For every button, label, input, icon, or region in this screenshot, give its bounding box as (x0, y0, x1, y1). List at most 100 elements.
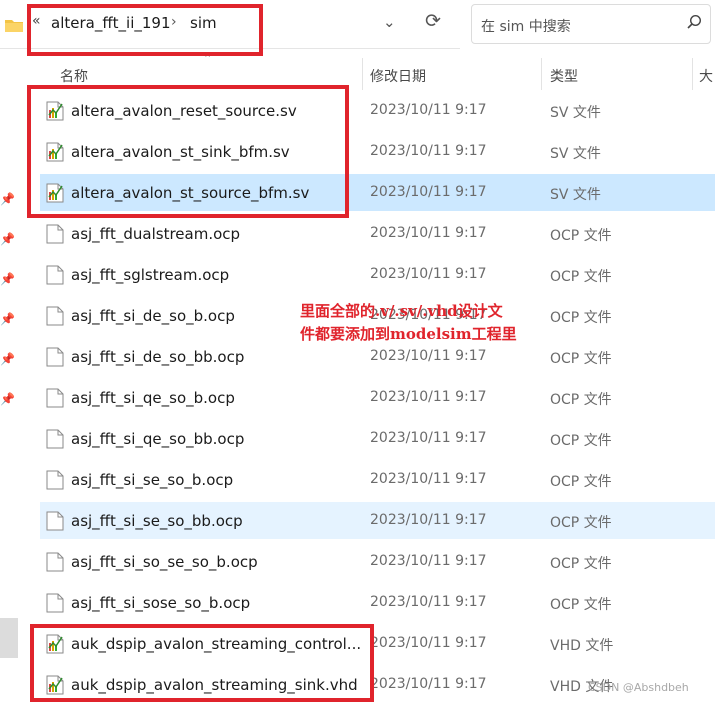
file-row[interactable]: asj_fft_si_qe_so_b.ocp 2023/10/11 9:17 OCP… (40, 379, 715, 416)
file-type: OCP 文件 (550, 433, 612, 449)
column-date-modified[interactable]: 修改日期 (370, 66, 426, 86)
generic-file-icon (46, 306, 64, 326)
generic-file-icon (46, 429, 64, 449)
column-name[interactable]: 名称 (60, 66, 88, 86)
file-name: auk_dspip_avalon_streaming_control... (71, 635, 362, 653)
breadcrumb-separator-icon[interactable]: › (171, 14, 177, 30)
generic-file-icon (46, 470, 64, 490)
file-row[interactable]: altera_avalon_reset_source.sv 2023/10/11 … (40, 92, 715, 129)
file-date-modified: 2023/10/11 9:17 (370, 635, 487, 651)
breadcrumb-overflow-icon[interactable]: « (32, 13, 41, 29)
file-type: SV 文件 (550, 187, 601, 203)
breadcrumb-item[interactable]: altera_fft_ii_191 (51, 14, 171, 32)
folder-icon (5, 17, 23, 36)
pin-icon[interactable]: 📌 (0, 312, 15, 326)
file-type: OCP 文件 (550, 228, 612, 244)
breadcrumb-item-current[interactable]: sim (190, 14, 217, 32)
file-name: auk_dspip_avalon_streaming_sink.vhd (71, 676, 358, 694)
sv-file-icon (46, 101, 64, 121)
file-name: asj_fft_dualstream.ocp (71, 225, 241, 243)
generic-file-icon (46, 347, 64, 367)
address-bar[interactable]: « altera_fft_ii_191 › sim ⌄ ⟳ (0, 0, 460, 49)
column-header: 名称 修改日期 类型 大 (0, 58, 715, 90)
annotation-line: 里面全部的.v/.sv/.vhd设计文 (300, 302, 503, 320)
file-row[interactable]: asj_fft_si_sose_so_b.ocp 2023/10/11 9:17 O… (40, 584, 715, 621)
sv-file-icon (46, 634, 64, 654)
file-row[interactable]: asj_fft_dualstream.ocp 2023/10/11 9:17 OCP… (40, 215, 715, 252)
file-date-modified: 2023/10/11 9:17 (370, 389, 487, 405)
file-date-modified: 2023/10/11 9:17 (370, 266, 487, 282)
navigation-pane: 📌 📌 📌 📌 📌 📌 (0, 90, 20, 703)
navigation-selected-item[interactable] (0, 618, 18, 658)
file-date-modified: 2023/10/11 9:17 (370, 184, 487, 200)
file-name: asj_fft_si_se_so_bb.ocp (71, 512, 243, 530)
chevron-down-icon[interactable]: ⌄ (383, 13, 396, 31)
file-date-modified: 2023/10/11 9:17 (370, 225, 487, 241)
file-row[interactable]: altera_avalon_st_source_bfm.sv 2023/10/11… (40, 174, 715, 211)
column-divider[interactable] (362, 58, 363, 90)
file-name: altera_avalon_reset_source.sv (71, 102, 297, 120)
file-date-modified: 2023/10/11 9:17 (370, 143, 487, 159)
generic-file-icon (46, 265, 64, 285)
refresh-icon[interactable]: ⟳ (425, 10, 441, 32)
file-name: asj_fft_si_sose_so_b.ocp (71, 594, 251, 612)
generic-file-icon (46, 511, 64, 531)
generic-file-icon (46, 593, 64, 613)
file-name: asj_fft_si_de_so_bb.ocp (71, 348, 245, 366)
pin-icon[interactable]: 📌 (0, 272, 15, 286)
file-name: asj_fft_sglstream.ocp (71, 266, 230, 284)
file-name: altera_avalon_st_sink_bfm.sv (71, 143, 290, 161)
file-date-modified: 2023/10/11 9:17 (370, 676, 487, 692)
watermark: CSDN @Abshdbeh (588, 681, 689, 694)
file-date-modified: 2023/10/11 9:17 (370, 102, 487, 118)
annotation-text: 里面全部的.v/.sv/.vhd设计文 件都要添加到modelsim工程里 (300, 300, 562, 346)
file-type: OCP 文件 (550, 474, 612, 490)
file-date-modified: 2023/10/11 9:17 (370, 594, 487, 610)
file-name: asj_fft_si_qe_so_bb.ocp (71, 430, 245, 448)
file-date-modified: 2023/10/11 9:17 (370, 471, 487, 487)
column-divider[interactable] (692, 58, 693, 90)
file-row[interactable]: asj_fft_sglstream.ocp 2023/10/11 9:17 OCP … (40, 256, 715, 293)
search-input[interactable]: 在 sim 中搜索 (481, 16, 571, 36)
pin-icon[interactable]: 📌 (0, 352, 15, 366)
file-date-modified: 2023/10/11 9:17 (370, 348, 487, 364)
file-type: OCP 文件 (550, 597, 612, 613)
sv-file-icon (46, 183, 64, 203)
file-type: SV 文件 (550, 105, 601, 121)
generic-file-icon (46, 388, 64, 408)
generic-file-icon (46, 224, 64, 244)
sv-file-icon (46, 142, 64, 162)
column-type[interactable]: 类型 (550, 66, 578, 86)
pin-icon[interactable]: 📌 (0, 192, 15, 206)
file-name: altera_avalon_st_source_bfm.sv (71, 184, 310, 202)
column-size[interactable]: 大 (699, 66, 713, 86)
generic-file-icon (46, 552, 64, 572)
file-type: OCP 文件 (550, 556, 612, 572)
file-name: asj_fft_si_de_so_b.ocp (71, 307, 235, 325)
file-row[interactable]: asj_fft_si_se_so_b.ocp 2023/10/11 9:17 OCP… (40, 461, 715, 498)
file-name: asj_fft_si_so_se_so_b.ocp (71, 553, 258, 571)
pin-icon[interactable]: 📌 (0, 392, 15, 406)
file-row[interactable]: auk_dspip_avalon_streaming_control... 202… (40, 625, 715, 662)
sv-file-icon (46, 675, 64, 695)
file-type: OCP 文件 (550, 392, 612, 408)
file-row[interactable]: asj_fft_si_so_se_so_b.ocp 2023/10/11 9:17… (40, 543, 715, 580)
file-type: OCP 文件 (550, 515, 612, 531)
file-date-modified: 2023/10/11 9:17 (370, 553, 487, 569)
file-row[interactable]: asj_fft_si_qe_so_bb.ocp 2023/10/11 9:17 OC… (40, 420, 715, 457)
annotation-line: 件都要添加到modelsim工程里 (300, 325, 517, 343)
file-row[interactable]: asj_fft_si_se_so_bb.ocp 2023/10/11 9:17 OC… (40, 502, 715, 539)
search-box[interactable]: 在 sim 中搜索 (471, 4, 711, 44)
file-name: asj_fft_si_se_so_b.ocp (71, 471, 234, 489)
file-date-modified: 2023/10/11 9:17 (370, 430, 487, 446)
file-row[interactable]: altera_avalon_st_sink_bfm.sv 2023/10/11 9… (40, 133, 715, 170)
file-type: SV 文件 (550, 146, 601, 162)
column-divider[interactable] (541, 58, 542, 90)
file-name: asj_fft_si_qe_so_b.ocp (71, 389, 235, 407)
search-icon[interactable] (686, 14, 702, 34)
pin-icon[interactable]: 📌 (0, 232, 15, 246)
file-date-modified: 2023/10/11 9:17 (370, 512, 487, 528)
file-type: VHD 文件 (550, 638, 614, 654)
file-type: OCP 文件 (550, 269, 612, 285)
file-type: OCP 文件 (550, 351, 612, 367)
